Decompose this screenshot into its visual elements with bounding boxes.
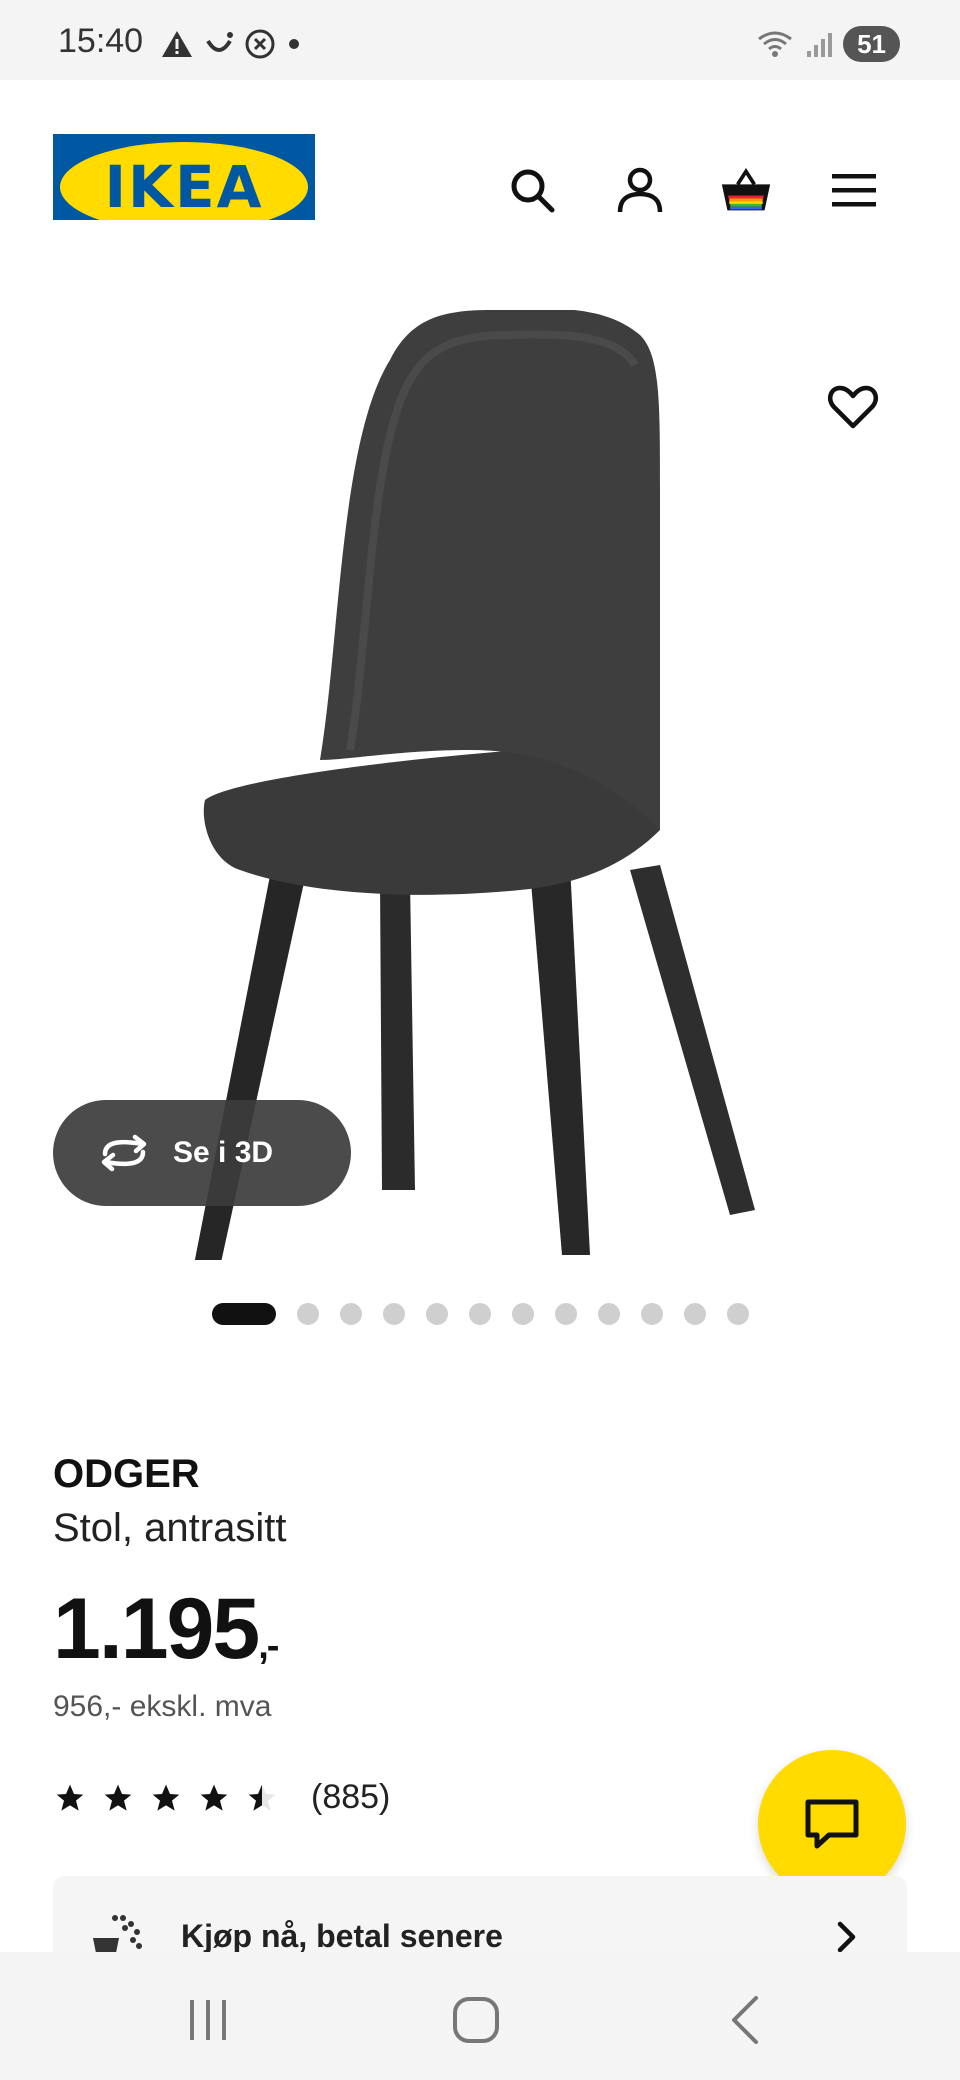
- system-navigation-bar: [0, 1952, 960, 2080]
- favorite-heart-icon[interactable]: [826, 380, 880, 434]
- warning-icon: [162, 31, 192, 57]
- chevron-right-icon: [837, 1921, 856, 1953]
- signal-icon: [807, 33, 833, 57]
- product-rating[interactable]: (885): [53, 1778, 390, 1817]
- menu-icon[interactable]: [828, 164, 880, 216]
- back-icon[interactable]: [716, 1990, 776, 2050]
- product-name: ODGER: [53, 1452, 200, 1496]
- recent-apps-icon[interactable]: [178, 1990, 238, 2050]
- smile-icon: [206, 32, 233, 52]
- user-icon[interactable]: [614, 164, 666, 216]
- carousel-dot[interactable]: [641, 1303, 663, 1325]
- rating-count: (885): [311, 1778, 391, 1816]
- star-full-icon: [56, 1784, 84, 1811]
- status-time: 15:40: [58, 22, 144, 60]
- carousel-dot[interactable]: [212, 1303, 276, 1325]
- carousel-dot[interactable]: [383, 1303, 405, 1325]
- carousel-dot[interactable]: [512, 1303, 534, 1325]
- price-suffix: ,-: [258, 1625, 279, 1667]
- price-excluding-vat: 956,- ekskl. mva: [53, 1690, 272, 1723]
- view-in-3d-button[interactable]: Se i 3D: [53, 1100, 351, 1206]
- carousel-dot[interactable]: [555, 1303, 577, 1325]
- header: IKEA: [0, 80, 960, 240]
- product-description: Stol, antrasitt: [53, 1506, 287, 1550]
- wifi-icon: [758, 31, 792, 57]
- star-full-icon: [152, 1784, 180, 1811]
- price-value: 1.195: [53, 1581, 260, 1677]
- star-half-icon: [248, 1784, 276, 1811]
- home-icon[interactable]: [446, 1990, 506, 2050]
- carousel-dot[interactable]: [340, 1303, 362, 1325]
- star-full-icon: [200, 1784, 228, 1811]
- battery-badge: 51: [843, 26, 900, 62]
- product-price: 1.195,-: [53, 1580, 279, 1679]
- status-icons-right: 51: [755, 26, 900, 62]
- carousel-dot[interactable]: [297, 1303, 319, 1325]
- star-full-icon: [104, 1784, 132, 1811]
- carousel-dot[interactable]: [469, 1303, 491, 1325]
- basket-icon[interactable]: [720, 164, 772, 216]
- carousel-dot[interactable]: [426, 1303, 448, 1325]
- chat-bubble-icon: [805, 1799, 859, 1849]
- notification-dot-icon: [289, 39, 299, 49]
- buy-now-pay-later-label: Kjøp nå, betal senere: [181, 1918, 503, 1954]
- status-bar: 15:40 51: [0, 0, 960, 80]
- product-gallery[interactable]: Se i 3D: [0, 220, 960, 1310]
- carousel-dot[interactable]: [684, 1303, 706, 1325]
- shazam-icon: [245, 29, 275, 59]
- carousel-dot[interactable]: [727, 1303, 749, 1325]
- search-icon[interactable]: [506, 164, 558, 216]
- carousel-dot[interactable]: [598, 1303, 620, 1325]
- rotate-3d-icon: [101, 1134, 147, 1172]
- status-icons-left: [160, 28, 304, 60]
- view-in-3d-label: Se i 3D: [173, 1136, 274, 1169]
- carousel-indicator: [212, 1303, 749, 1325]
- logo-oval: IKEA: [60, 142, 308, 232]
- logo-text: IKEA: [104, 153, 264, 221]
